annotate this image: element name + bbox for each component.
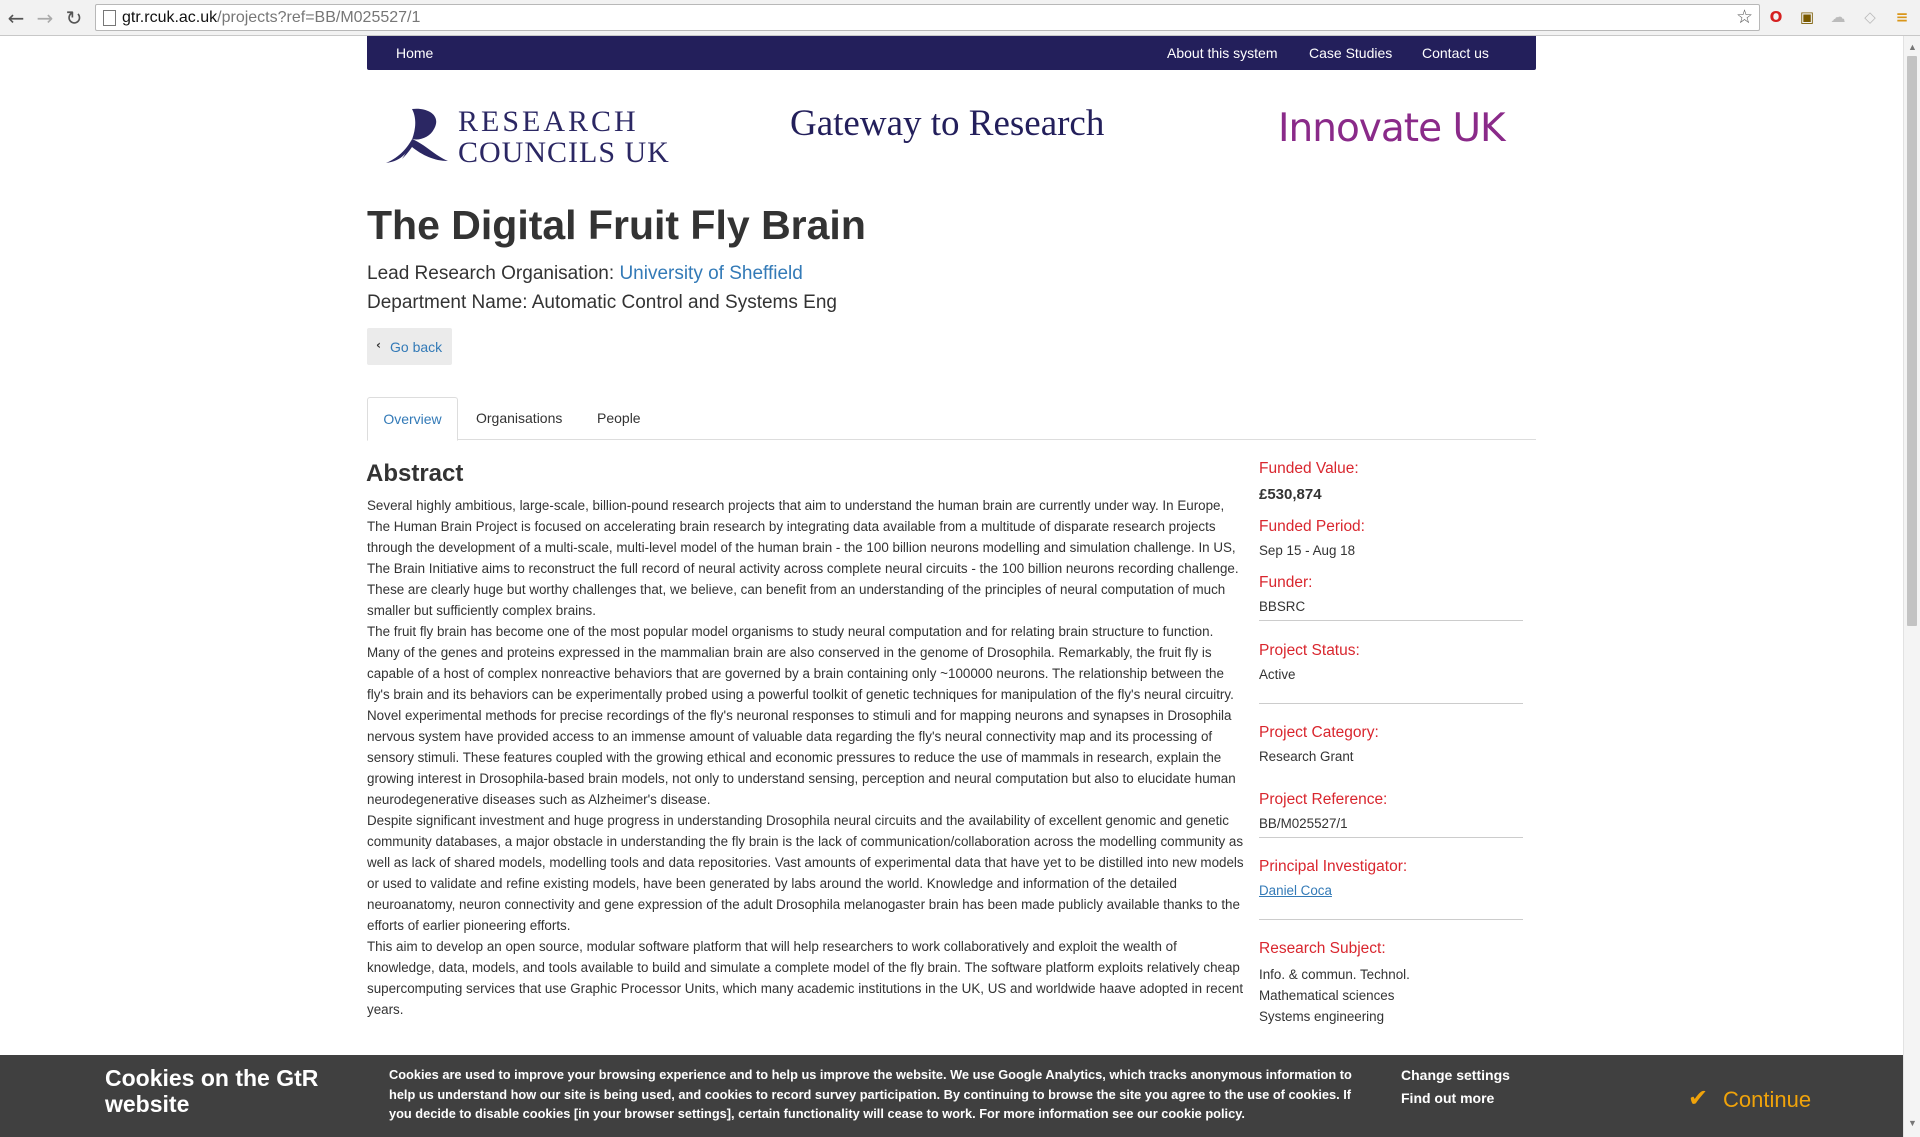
nav-contact[interactable]: Contact us bbox=[1422, 45, 1489, 61]
research-subject: Mathematical sciences bbox=[1259, 988, 1395, 1003]
abstract-body: Several highly ambitious, large-scale, b… bbox=[367, 495, 1245, 1020]
forward-arrow-icon[interactable]: → bbox=[33, 6, 57, 30]
scroll-thumb[interactable] bbox=[1907, 56, 1917, 626]
tab-people[interactable]: People bbox=[597, 397, 641, 440]
cookie-banner: Cookies on the GtR website Cookies are u… bbox=[0, 1055, 1903, 1137]
project-reference-label: Project Reference: bbox=[1259, 791, 1388, 808]
rcuk-logo[interactable]: RESEARCH COUNCILS UK bbox=[382, 99, 669, 169]
funded-value: £530,874 bbox=[1259, 486, 1322, 503]
divider bbox=[1259, 620, 1523, 621]
browser-toolbar: ← → ↻ gtr.rcuk.ac.uk/projects?ref=BB/M02… bbox=[0, 0, 1920, 36]
gateway-to-research-title[interactable]: Gateway to Research bbox=[790, 102, 1104, 145]
scroll-down-arrow-icon[interactable]: ▼ bbox=[1908, 1118, 1917, 1128]
divider bbox=[1259, 837, 1523, 838]
funded-period: Sep 15 - Aug 18 bbox=[1259, 543, 1356, 558]
project-status-label: Project Status: bbox=[1259, 642, 1360, 659]
cookie-text-end: . bbox=[1241, 1106, 1245, 1121]
lead-org-link[interactable]: University of Sheffield bbox=[619, 263, 802, 284]
innovate-uk-logo[interactable]: Innovate UK bbox=[1278, 106, 1506, 151]
abstract-paragraph: This aim to develop an open source, modu… bbox=[367, 939, 1244, 1017]
tab-organisations[interactable]: Organisations bbox=[476, 397, 562, 440]
nav-case-studies[interactable]: Case Studies bbox=[1309, 45, 1392, 61]
opera-extension-icon[interactable]: O bbox=[1766, 7, 1786, 27]
url-host: gtr.rcuk.ac.uk bbox=[122, 9, 218, 26]
cloud-extension-icon[interactable]: ☁ bbox=[1828, 7, 1848, 27]
page-icon bbox=[103, 10, 116, 26]
project-status: Active bbox=[1259, 667, 1296, 682]
back-arrow-icon[interactable]: ← bbox=[4, 6, 28, 30]
funder-value: BBSRC bbox=[1259, 599, 1306, 614]
principal-investigator-link[interactable]: Daniel Coca bbox=[1259, 883, 1332, 898]
continue-label: Continue bbox=[1723, 1087, 1812, 1112]
dept-value: Automatic Control and Systems Eng bbox=[531, 292, 837, 313]
bookmark-star-icon[interactable]: ☆ bbox=[1736, 6, 1753, 28]
go-back-button[interactable]: ‹ Go back bbox=[367, 328, 452, 365]
rcuk-swoosh-icon bbox=[386, 108, 448, 163]
cookie-banner-text: Cookies are used to improve your browsin… bbox=[389, 1065, 1359, 1124]
tab-bar: Overview Organisations People bbox=[367, 397, 1536, 441]
shield-extension-icon[interactable]: ◇ bbox=[1860, 7, 1880, 27]
page-title: The Digital Fruit Fly Brain bbox=[367, 202, 866, 248]
cookie-banner-title: Cookies on the GtR website bbox=[105, 1065, 319, 1117]
lead-org-label: Lead Research Organisation: bbox=[367, 263, 620, 284]
funded-period-label: Funded Period: bbox=[1259, 518, 1365, 535]
lead-organisation: Lead Research Organisation: University o… bbox=[367, 263, 803, 285]
project-reference: BB/M025527/1 bbox=[1259, 816, 1348, 831]
funder-label: Funder: bbox=[1259, 574, 1313, 591]
address-bar[interactable]: gtr.rcuk.ac.uk/projects?ref=BB/M025527/1… bbox=[95, 4, 1760, 31]
toolbox-extension-icon[interactable]: ▣ bbox=[1797, 7, 1817, 27]
abstract-paragraph: Several highly ambitious, large-scale, b… bbox=[367, 498, 1239, 618]
divider bbox=[1259, 919, 1523, 920]
top-navigation: Home About this system Case Studies Cont… bbox=[367, 36, 1536, 70]
principal-investigator-label: Principal Investigator: bbox=[1259, 858, 1408, 875]
change-settings-link[interactable]: Change settings bbox=[1401, 1067, 1510, 1083]
nav-home[interactable]: Home bbox=[396, 45, 433, 61]
research-subject: Systems engineering bbox=[1259, 1009, 1385, 1024]
research-subject: Info. & commun. Technol. bbox=[1259, 967, 1410, 982]
funded-value-label: Funded Value: bbox=[1259, 460, 1359, 477]
vertical-scrollbar[interactable]: ▲ ▼ bbox=[1903, 36, 1920, 1137]
nav-about[interactable]: About this system bbox=[1167, 45, 1278, 61]
cookie-policy-link[interactable]: cookie policy bbox=[1161, 1106, 1241, 1121]
rcuk-logo-line2: COUNCILS UK bbox=[458, 136, 670, 169]
project-category: Research Grant bbox=[1259, 749, 1354, 764]
principal-investigator: Daniel Coca bbox=[1259, 880, 1332, 901]
department-name: Department Name: Automatic Control and S… bbox=[367, 292, 837, 314]
reload-icon[interactable]: ↻ bbox=[62, 6, 86, 30]
url-text[interactable]: gtr.rcuk.ac.uk/projects?ref=BB/M025527/1 bbox=[122, 9, 420, 27]
dept-label: Department Name: bbox=[367, 292, 532, 313]
tab-overview[interactable]: Overview bbox=[367, 397, 458, 441]
project-category-label: Project Category: bbox=[1259, 724, 1379, 741]
chevron-left-icon: ‹ bbox=[376, 338, 381, 352]
research-subject-label: Research Subject: bbox=[1259, 940, 1386, 957]
go-back-label: Go back bbox=[390, 339, 443, 355]
divider bbox=[1259, 703, 1523, 704]
rcuk-logo-line1: RESEARCH bbox=[458, 105, 639, 138]
abstract-paragraph: The fruit fly brain has become one of th… bbox=[367, 624, 1236, 807]
page-content: Home About this system Case Studies Cont… bbox=[0, 36, 1903, 1137]
scroll-up-arrow-icon[interactable]: ▲ bbox=[1908, 42, 1917, 52]
abstract-paragraph: Despite significant investment and huge … bbox=[367, 813, 1244, 933]
url-path: /projects?ref=BB/M025527/1 bbox=[217, 9, 421, 26]
checkmark-icon: ✔ bbox=[1688, 1084, 1709, 1112]
menu-icon[interactable]: ≡ bbox=[1892, 7, 1912, 27]
abstract-heading: Abstract bbox=[366, 460, 464, 487]
find-out-more-link[interactable]: Find out more bbox=[1401, 1090, 1494, 1106]
